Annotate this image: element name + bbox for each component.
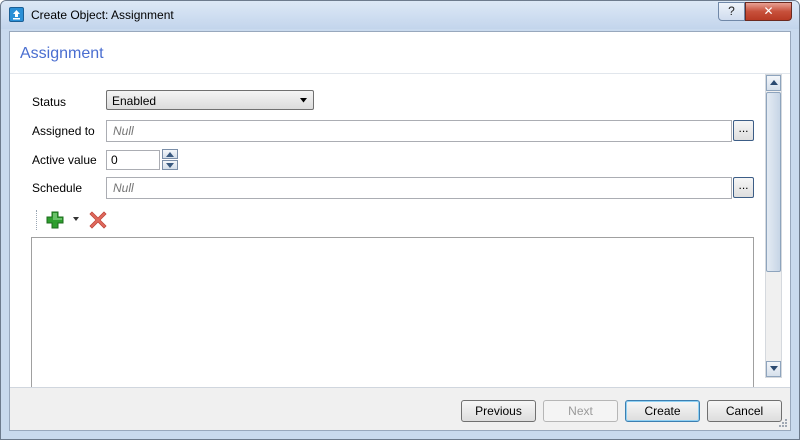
schedule-field[interactable] [106,177,732,199]
resize-grip-icon[interactable] [778,418,788,428]
help-button[interactable]: ? [718,2,745,21]
assigned-to-field[interactable] [106,120,732,142]
active-value-label: Active value [32,153,97,167]
header-divider [10,73,790,74]
schedule-input[interactable] [107,178,731,198]
close-button[interactable]: ✕ [745,2,792,21]
plus-icon[interactable] [45,210,65,230]
page-title: Assignment [20,45,104,62]
arrow-up-icon [166,152,174,157]
toolbar-grip [36,210,39,230]
status-label: Status [32,95,67,109]
chevron-down-icon[interactable] [73,217,79,221]
spin-up-button[interactable] [162,149,178,159]
vertical-scrollbar[interactable] [765,74,782,378]
assigned-to-input[interactable] [107,121,731,141]
spin-down-button[interactable] [162,160,178,170]
arrow-down-icon [166,163,174,168]
dialog-content: Assignment Status Enabled Assigned to ..… [9,31,791,431]
dialog-footer: Previous Next Create Cancel [10,388,790,430]
status-value: Enabled [112,94,157,108]
next-button[interactable]: Next [543,400,618,422]
schedule-browse-button[interactable]: ... [733,177,754,198]
create-button[interactable]: Create [625,400,700,422]
title-bar[interactable]: Create Object: Assignment ? ✕ [1,1,799,29]
cancel-button[interactable]: Cancel [707,400,782,422]
app-icon [9,7,24,22]
chevron-down-icon [300,98,307,103]
scroll-down-button[interactable] [766,361,781,377]
active-value-field[interactable] [106,150,160,170]
assigned-to-browse-button[interactable]: ... [733,120,754,141]
dialog-window: Create Object: Assignment ? ✕ Assignment… [0,0,800,440]
assigned-to-label: Assigned to [32,124,95,138]
arrow-up-icon [770,80,778,85]
scroll-up-button[interactable] [766,75,781,91]
scroll-thumb[interactable] [766,92,781,272]
window-title: Create Object: Assignment [31,8,174,22]
schedule-list[interactable] [31,237,754,387]
previous-button[interactable]: Previous [461,400,536,422]
status-select[interactable]: Enabled [106,90,314,110]
arrow-down-icon [770,366,778,371]
schedule-label: Schedule [32,181,83,195]
active-value-input[interactable] [107,151,159,169]
delete-icon[interactable] [88,210,108,230]
